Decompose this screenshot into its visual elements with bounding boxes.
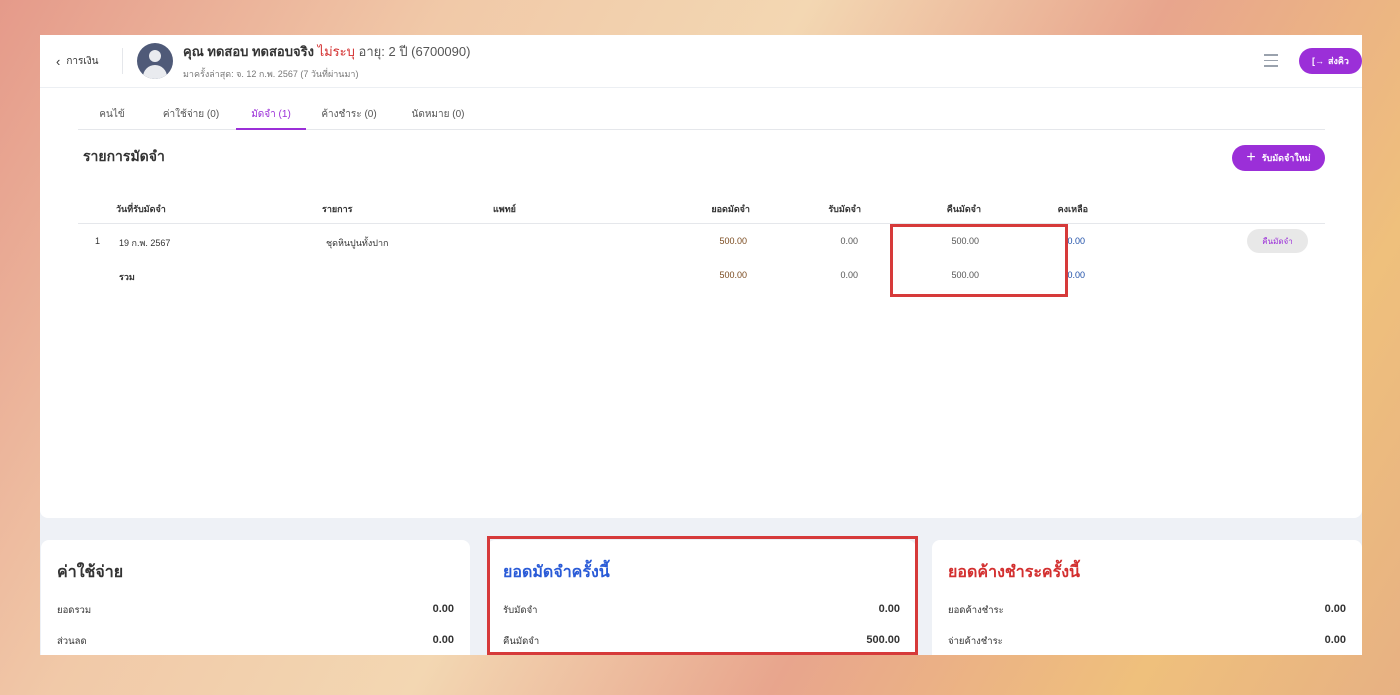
line-label: ยอดค้างชำระ <box>948 605 1004 616</box>
row-amount: 500.00 <box>719 236 747 246</box>
tab-patient[interactable]: คนไข้ <box>78 88 146 130</box>
total-received: 0.00 <box>840 270 858 280</box>
col-item: รายการ <box>322 204 353 214</box>
line-value: 0.00 <box>1324 603 1346 615</box>
tab-outstanding[interactable]: ค้างชำระ (0) <box>306 88 392 130</box>
row-number: 1 <box>95 236 101 246</box>
col-date: วันที่รับมัดจำ <box>116 204 166 214</box>
card-title: ยอดค้างชำระครั้งนี้ <box>948 564 1080 581</box>
tab-expenses[interactable]: ค่าใช้จ่าย (0) <box>146 88 236 130</box>
col-received: รับมัดจำ <box>828 204 861 214</box>
col-amount: ยอดมัดจำ <box>711 204 750 214</box>
line-value: 0.00 <box>1324 634 1346 646</box>
last-visit: มาครั้งล่าสุด: จ. 12 ก.พ. 2567 (7 วันที่… <box>183 69 359 79</box>
logout-arrow-icon: [→ <box>1312 56 1325 66</box>
app-window: ‹ การเงิน คุณ ทดสอบ ทดสอบจริง ไม่ระบุ อาย… <box>40 35 1362 655</box>
line-value: 0.00 <box>432 634 454 646</box>
plus-icon: + <box>1246 149 1256 166</box>
line-label: ส่วนลด <box>57 636 87 647</box>
tab-bar: คนไข้ ค่าใช้จ่าย (0) มัดจำ (1) ค้างชำระ … <box>78 88 1325 130</box>
summary-line: จ่ายค้างชำระ 0.00 <box>948 634 1346 649</box>
patient-fullname: คุณ ทดสอบ ทดสอบจริง <box>183 44 314 59</box>
send-queue-button[interactable]: [→ ส่งคิว <box>1299 48 1362 74</box>
line-value: 0.00 <box>432 603 454 615</box>
tab-appointments[interactable]: นัดหมาย (0) <box>392 88 484 130</box>
add-deposit-label: รับมัดจำใหม่ <box>1261 153 1311 163</box>
queue-label: ส่งคิว <box>1328 56 1349 66</box>
add-deposit-button[interactable]: + รับมัดจำใหม่ <box>1232 145 1325 171</box>
col-doctor: แพทย์ <box>493 204 516 214</box>
main-panel: คนไข้ ค่าใช้จ่าย (0) มัดจำ (1) ค้างชำระ … <box>40 88 1362 518</box>
row-received: 0.00 <box>840 236 858 246</box>
back-button[interactable]: ‹ การเงิน <box>56 54 122 69</box>
highlight-box <box>890 224 1068 297</box>
col-balance: คงเหลือ <box>1057 204 1088 214</box>
total-amount: 500.00 <box>719 270 747 280</box>
row-item: ชุดหินปูนทั้งปาก <box>326 238 389 248</box>
table-row: 1 19 ก.พ. 2567 ชุดหินปูนทั้งปาก 500.00 0… <box>78 229 1325 266</box>
back-label: การเงิน <box>66 55 99 67</box>
patient-header: ‹ การเงิน คุณ ทดสอบ ทดสอบจริง ไม่ระบุ อาย… <box>40 35 1362 88</box>
chevron-left-icon: ‹ <box>56 53 61 69</box>
col-returned: คืนมัดจำ <box>946 204 981 214</box>
divider <box>122 48 123 74</box>
highlight-box <box>487 536 918 655</box>
line-label: จ่ายค้างชำระ <box>948 636 1003 647</box>
age-info: อายุ: 2 ปี (6700090) <box>358 44 471 59</box>
patient-name: คุณ ทดสอบ ทดสอบจริง ไม่ระบุ อายุ: 2 ปี (… <box>183 41 470 62</box>
total-row: รวม 500.00 0.00 500.00 0.00 <box>78 270 1325 300</box>
return-deposit-button[interactable]: คืนมัดจำ <box>1247 229 1308 253</box>
section-title: รายการมัดจำ <box>83 148 165 164</box>
gender: ไม่ระบุ <box>317 44 355 59</box>
avatar <box>137 43 173 79</box>
summary-line: ส่วนลด 0.00 <box>57 634 454 649</box>
card-title: ค่าใช้จ่าย <box>57 564 124 581</box>
menu-icon[interactable] <box>1264 54 1278 71</box>
row-date: 19 ก.พ. 2567 <box>119 238 171 248</box>
total-label: รวม <box>119 272 135 282</box>
line-label: ยอดรวม <box>57 605 92 616</box>
summary-line: ยอดรวม 0.00 <box>57 603 454 618</box>
table-header: วันที่รับมัดจำ รายการ แพทย์ ยอดมัดจำ รับ… <box>78 188 1325 224</box>
summary-line: ยอดค้างชำระ 0.00 <box>948 603 1346 618</box>
expense-summary-card: ค่าใช้จ่าย ยอดรวม 0.00 ส่วนลด 0.00 <box>41 540 470 655</box>
tab-deposit[interactable]: มัดจำ (1) <box>236 88 306 130</box>
outstanding-summary-card: ยอดค้างชำระครั้งนี้ ยอดค้างชำระ 0.00 จ่าย… <box>932 540 1362 655</box>
